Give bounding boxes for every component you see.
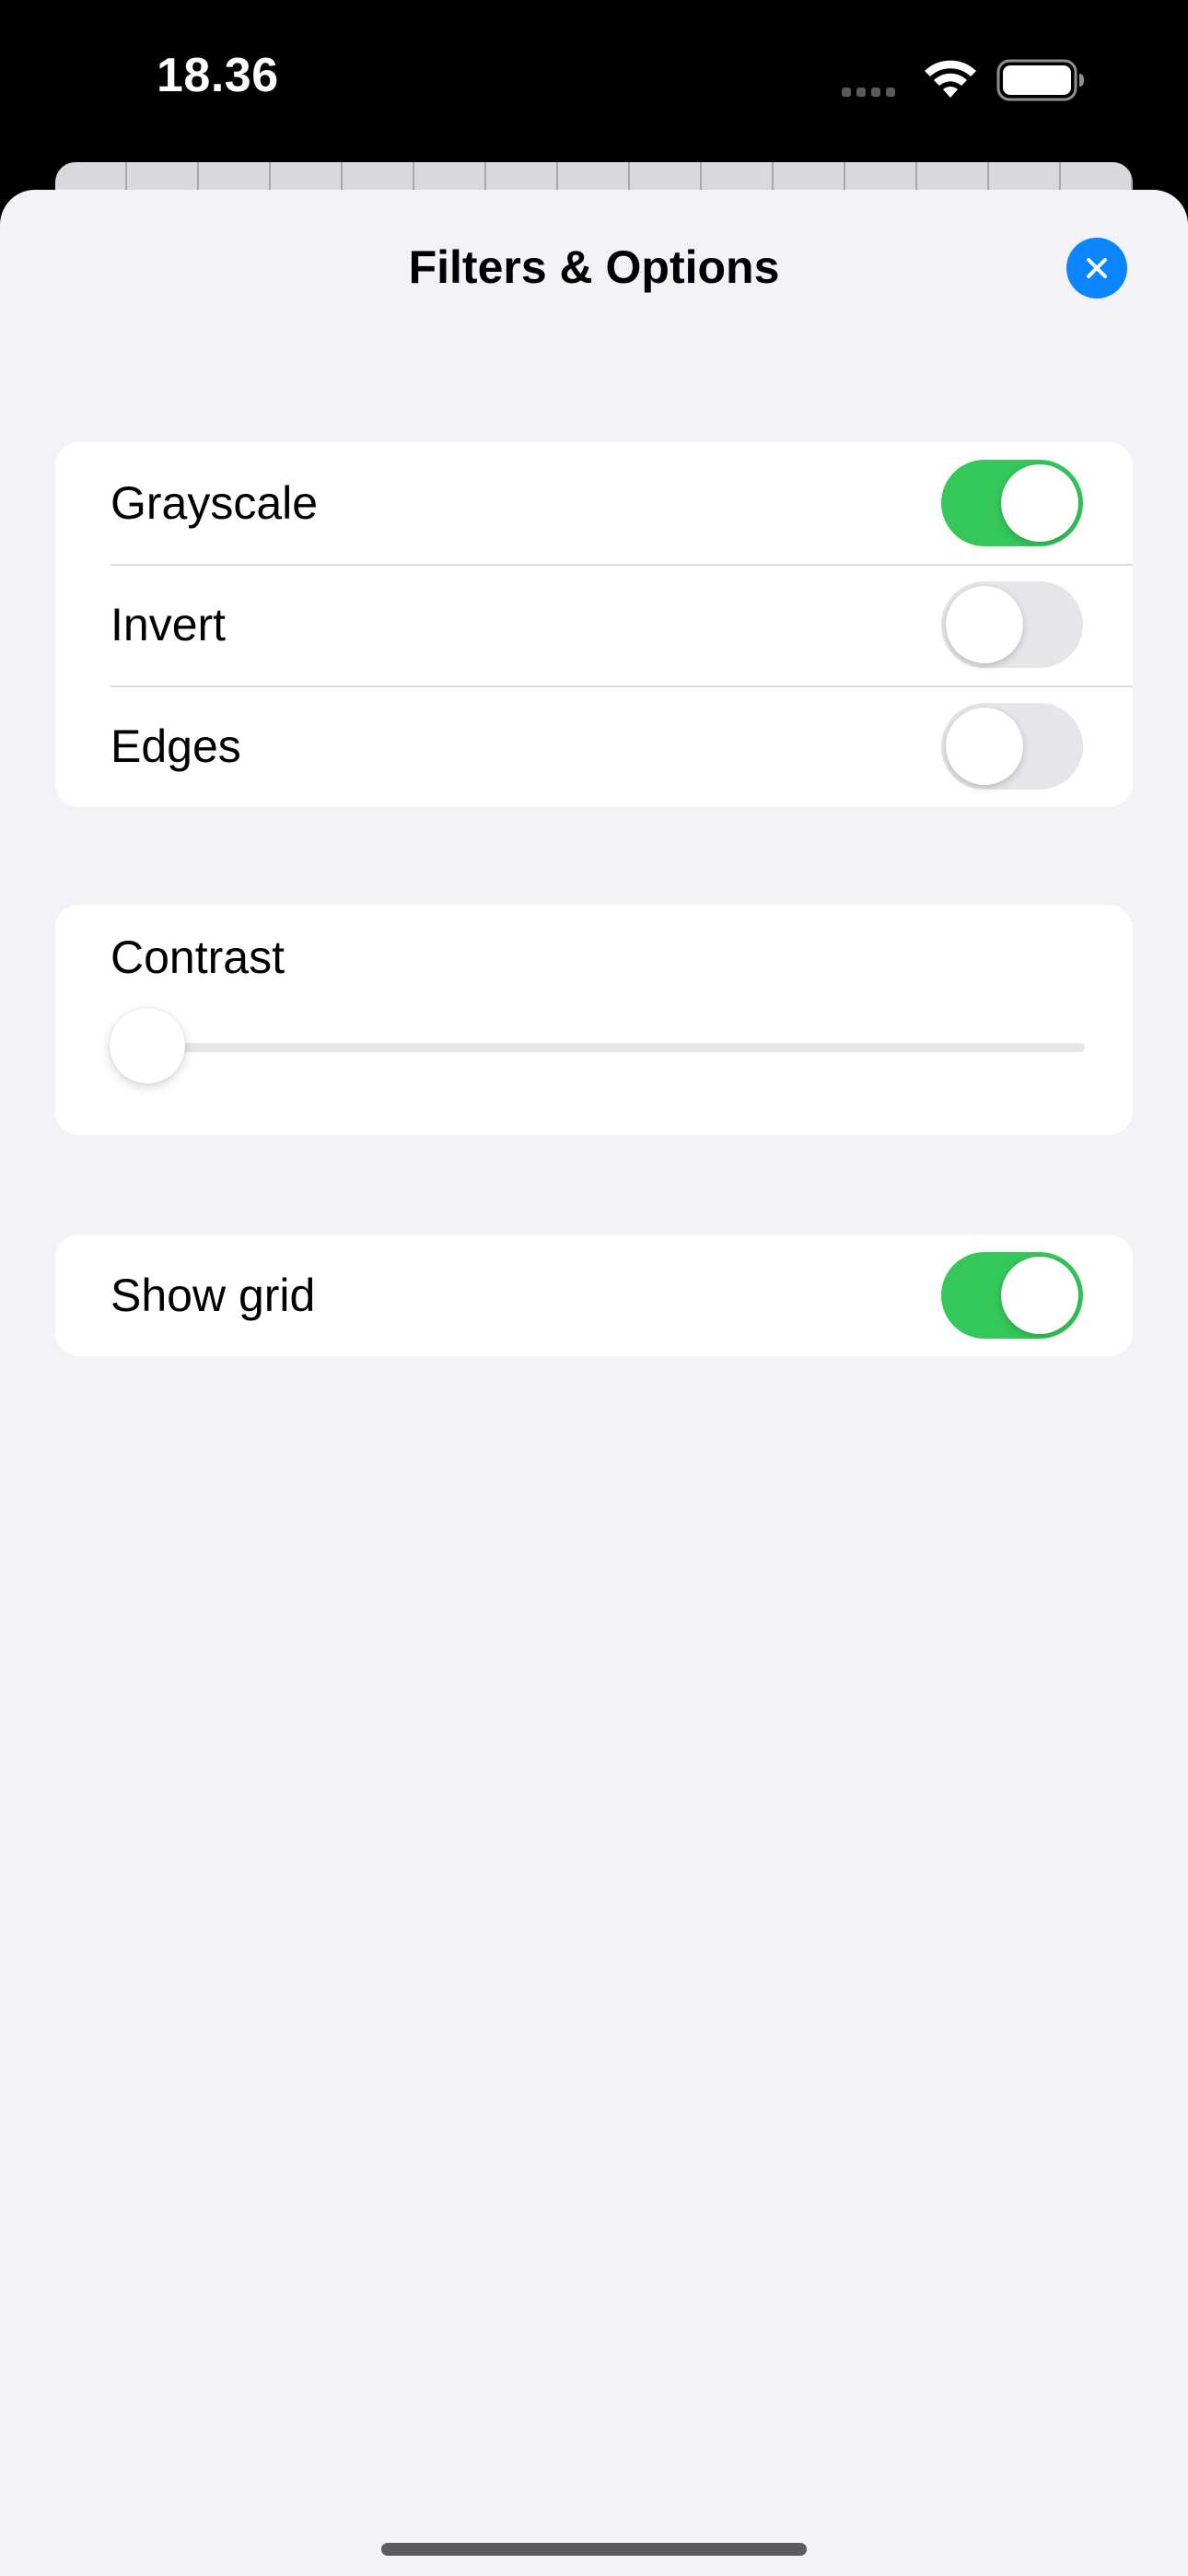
contrast-slider[interactable] [110, 1006, 1131, 1085]
status-bar: 18.36 [0, 0, 1188, 166]
invert-toggle[interactable] [941, 581, 1083, 668]
wifi-icon [925, 60, 976, 98]
contrast-group: Contrast [55, 905, 1133, 1135]
filters-group: Grayscale Invert Edges [55, 442, 1133, 807]
toggle-knob [1001, 464, 1078, 542]
filter-row-invert: Invert [55, 564, 1133, 685]
filter-label: Grayscale [111, 477, 319, 529]
grid-group: Show grid [55, 1235, 1133, 1356]
toggle-knob [946, 708, 1023, 785]
show-grid-label: Show grid [111, 1270, 316, 1321]
show-grid-toggle[interactable] [941, 1252, 1083, 1339]
slider-track [129, 1043, 1085, 1052]
grayscale-toggle[interactable] [941, 460, 1083, 546]
filter-row-edges: Edges [55, 685, 1133, 807]
contrast-label: Contrast [111, 931, 285, 983]
edges-toggle[interactable] [941, 703, 1083, 790]
toggle-knob [1001, 1257, 1078, 1334]
filter-label: Invert [111, 599, 227, 650]
slider-thumb[interactable] [110, 1008, 185, 1083]
battery-icon [996, 59, 1084, 101]
show-grid-row: Show grid [55, 1235, 1133, 1356]
close-button[interactable] [1066, 238, 1127, 299]
filter-row-grayscale: Grayscale [55, 442, 1133, 564]
toggle-knob [946, 586, 1023, 663]
home-indicator [381, 2543, 807, 2556]
cellular-icon [842, 88, 895, 97]
filters-sheet: Filters & Options Grayscale Invert Edges [0, 190, 1188, 2576]
status-time: 18.36 [157, 49, 279, 102]
sheet-title: Filters & Options [408, 241, 780, 293]
filter-label: Edges [111, 720, 241, 772]
close-icon [1087, 258, 1107, 278]
